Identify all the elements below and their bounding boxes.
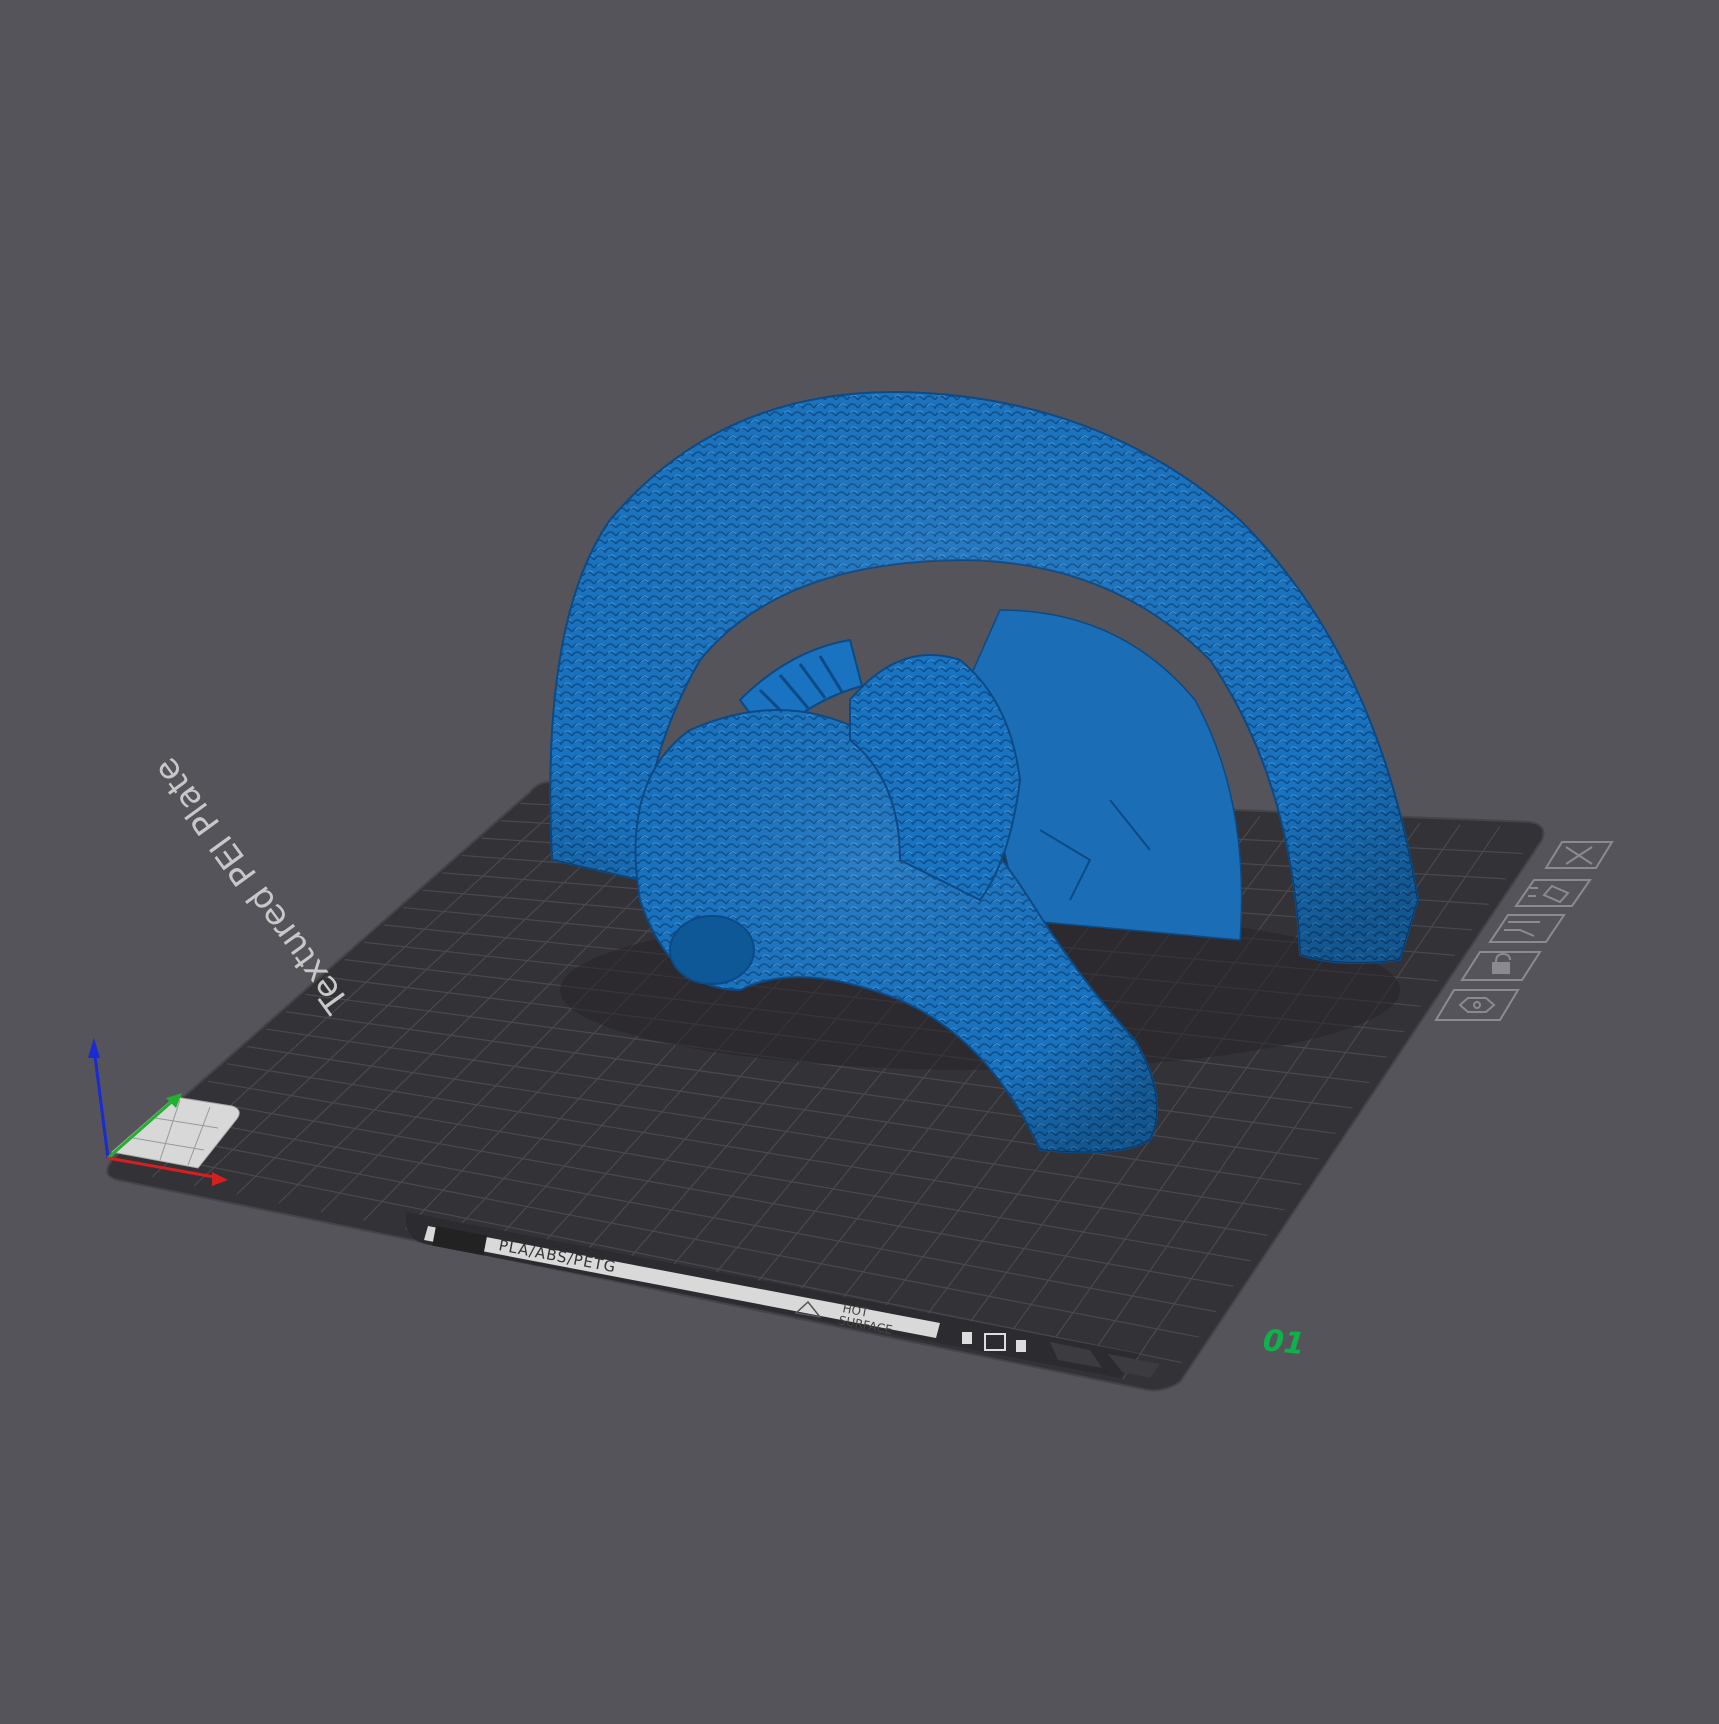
orient-icon[interactable] [1488, 914, 1566, 943]
arrange-icon[interactable] [1514, 879, 1592, 907]
settings-icon[interactable] [1434, 989, 1520, 1021]
3d-viewport[interactable]: PLA/ABS/PETG HOT SURFACE Textured PEI Pl… [0, 0, 1719, 1720]
coil-opening [669, 915, 755, 985]
close-plate-icon[interactable] [1544, 841, 1614, 869]
z-axis-icon [92, 1047, 110, 1159]
scene-canvas[interactable]: PLA/ABS/PETG HOT SURFACE Textured PEI Pl… [0, 0, 1719, 1720]
lock-icon[interactable] [1460, 951, 1542, 981]
plate-name-label: Textured PEI Plate [146, 750, 358, 1021]
plate-number[interactable]: 01 [1261, 1323, 1306, 1362]
